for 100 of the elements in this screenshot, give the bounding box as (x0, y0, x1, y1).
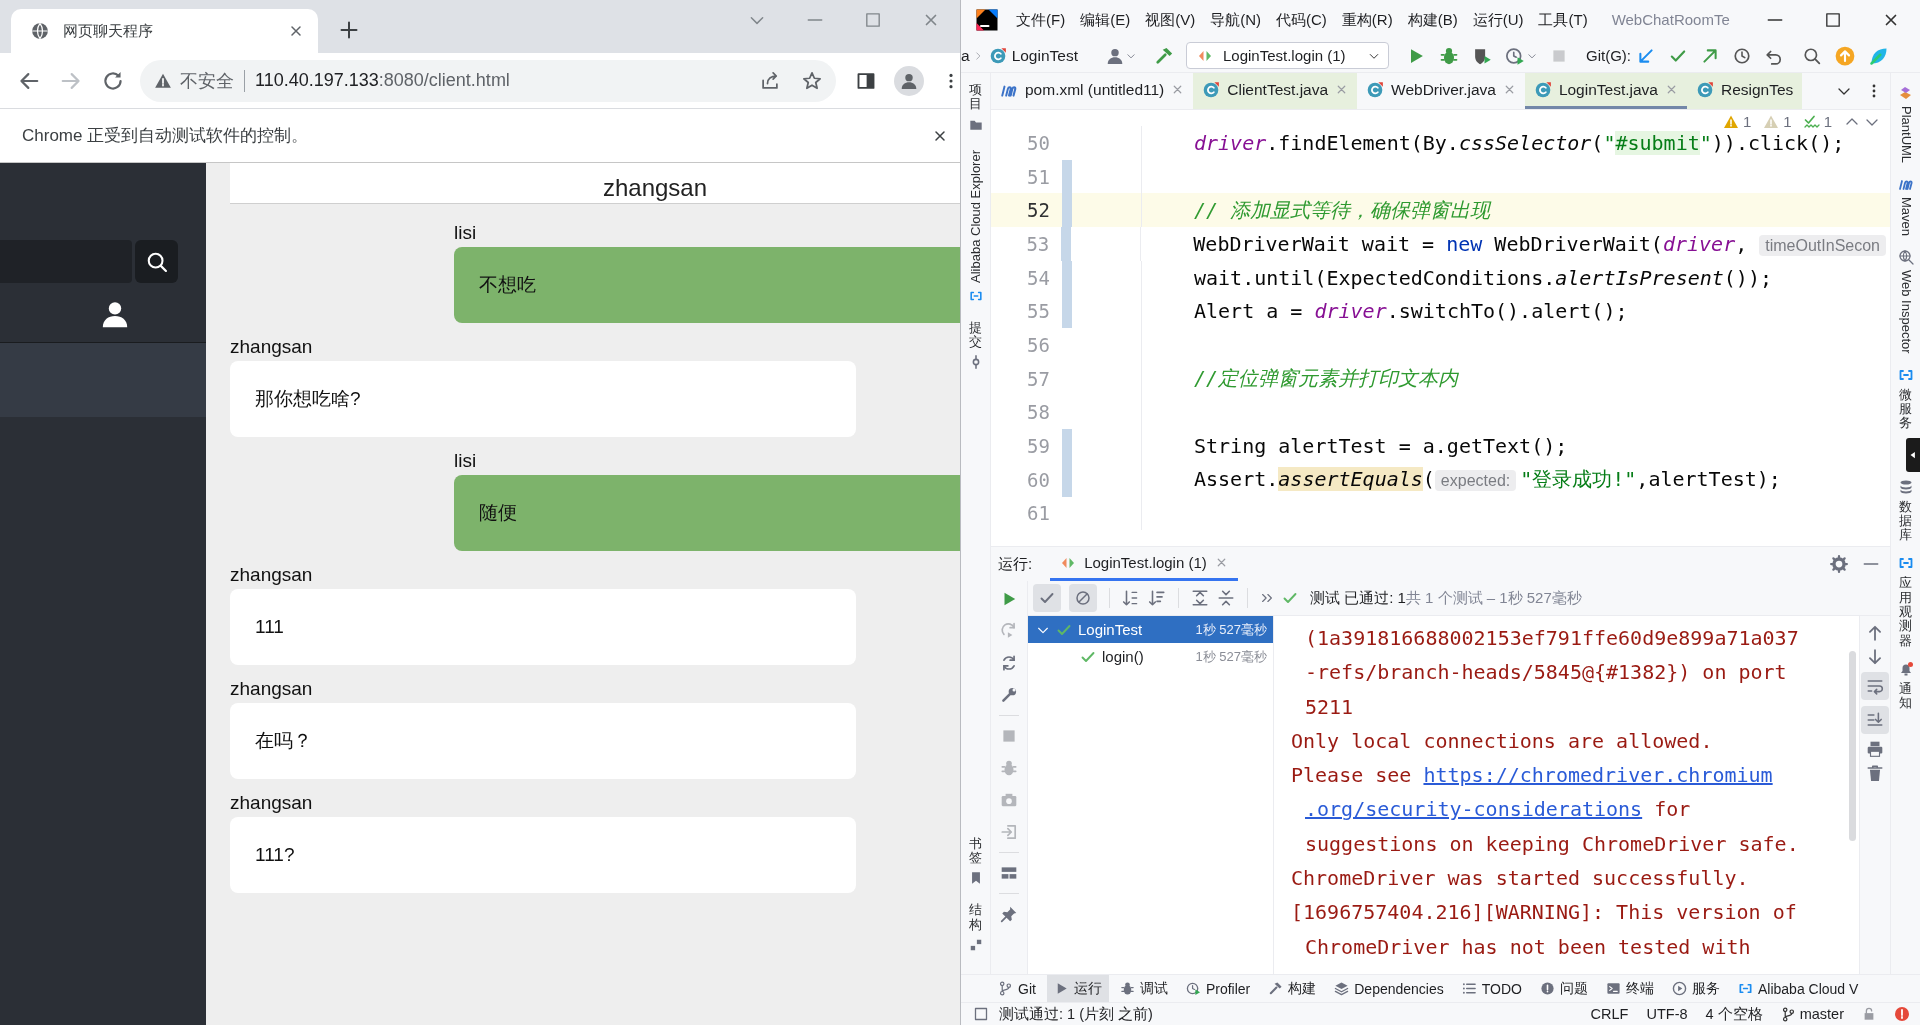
menu-item[interactable]: 工具(T) (1531, 8, 1595, 31)
tool-window-button[interactable]: 提交 (968, 320, 983, 370)
test-tree-item[interactable]: LoginTest 1秒 527毫秒 (1028, 616, 1273, 643)
test-tree-item[interactable]: login() 1秒 527毫秒 (1028, 643, 1273, 670)
menu-item[interactable]: 运行(U) (1465, 8, 1531, 31)
soft-wrap-toggle[interactable] (1861, 672, 1889, 700)
layout-icon[interactable] (1000, 864, 1018, 882)
square-icon[interactable] (973, 1006, 989, 1022)
file-encoding[interactable]: UTF-8 (1646, 1006, 1688, 1022)
print-icon[interactable] (1866, 740, 1884, 758)
ide-logo-icon[interactable] (975, 7, 999, 32)
arrow-up-icon[interactable] (1866, 624, 1884, 642)
show-passed-toggle[interactable] (1033, 584, 1061, 612)
collapse-handle[interactable] (1906, 437, 1920, 472)
double-chevron-icon[interactable] (1260, 591, 1274, 605)
globe-search-icon (1897, 249, 1914, 266)
collapse-icon[interactable] (1217, 589, 1235, 607)
bug-icon[interactable] (1439, 45, 1459, 66)
tool-window-tab[interactable]: 服务 (1664, 975, 1727, 1002)
profile-button[interactable] (894, 65, 924, 96)
address-bar[interactable]: 不安全 110.40.197.133:8080/client.html (140, 59, 836, 102)
tool-window-tab[interactable]: 运行 (1046, 975, 1109, 1002)
star-icon[interactable] (802, 70, 822, 91)
editor-tab[interactable]: ClientTest.java (1193, 73, 1358, 109)
expand-icon[interactable] (1191, 589, 1209, 607)
error-icon[interactable] (1894, 1006, 1910, 1022)
scrollbar-thumb[interactable] (1849, 651, 1856, 841)
tool-window-tab[interactable]: Profiler (1178, 975, 1258, 1002)
hammer-icon[interactable] (1154, 45, 1174, 66)
tool-window-tab[interactable]: Alibaba Cloud V (1730, 975, 1866, 1002)
side-panel-icon[interactable] (856, 70, 876, 91)
reload-icon[interactable] (102, 69, 124, 92)
menu-item[interactable]: 文件(F) (1009, 8, 1073, 31)
tool-window-tab[interactable]: 问题 (1532, 975, 1595, 1002)
maximize-icon[interactable] (1824, 10, 1842, 29)
wrap-icon (1866, 677, 1884, 695)
tool-window-button[interactable]: 数据库 (1897, 478, 1914, 543)
person-icon[interactable] (1106, 46, 1124, 65)
indent-setting[interactable]: 4 个空格 (1705, 1004, 1763, 1024)
console-line: (1a391816688002153ef791ffe60d9e899a71a037 (1304, 625, 1800, 652)
show-ignored-toggle[interactable] (1069, 584, 1097, 612)
tool-window-button[interactable]: Alibaba Cloud Explorer (967, 149, 984, 303)
breadcrumb-item[interactable]: LoginTest (988, 46, 1078, 65)
menu-item[interactable]: 构建(B) (1400, 8, 1465, 31)
breadcrumb-item[interactable]: a (961, 46, 970, 65)
inspection-count: 1 (1823, 113, 1832, 130)
rerun-toggle-icon[interactable] (1000, 654, 1018, 672)
menu-item[interactable]: 导航(N) (1203, 8, 1268, 31)
tool-window-button[interactable]: 书签 (968, 836, 983, 886)
tool-window-tab[interactable]: TODO (1454, 975, 1529, 1002)
line-separator[interactable]: CRLF (1590, 1006, 1629, 1022)
tool-window-button[interactable]: Web Inspector (1897, 249, 1914, 354)
search-icon[interactable] (1803, 46, 1821, 65)
trash-icon[interactable] (1866, 764, 1884, 782)
clock-icon[interactable] (1733, 46, 1751, 65)
branch-widget[interactable]: master (1780, 1006, 1844, 1022)
lock-icon[interactable] (1862, 1007, 1876, 1021)
console-line: Please see https://chromedriver.chromium (1290, 762, 1774, 790)
tool-window-tab[interactable]: 调试 (1112, 975, 1175, 1002)
bug-icon (1119, 981, 1135, 996)
close-icon[interactable] (288, 23, 304, 39)
tool-window-tab[interactable]: Dependencies (1327, 975, 1451, 1002)
sort-icon[interactable] (1122, 589, 1140, 607)
line-number: 58 (1026, 401, 1050, 424)
tool-window-button[interactable]: PlantUML (1897, 85, 1914, 164)
wrench-icon[interactable] (1000, 686, 1018, 704)
settings-icon[interactable] (1830, 555, 1848, 573)
arrow-down-left-icon[interactable] (1637, 46, 1655, 65)
tool-window-button[interactable]: 微服务 (1897, 366, 1914, 431)
search-button[interactable] (135, 240, 178, 283)
console-link[interactable]: https://chromedriver.chromium (1423, 763, 1773, 788)
pin-icon[interactable] (1000, 905, 1018, 923)
browser-tab[interactable]: 网页聊天程序 (11, 9, 318, 53)
tool-window-button[interactable]: 通知 (1897, 660, 1914, 711)
editor-tab[interactable]: pom.xml (untitled11) (991, 73, 1194, 109)
new-tab-icon[interactable] (339, 19, 359, 40)
scroll-to-end-toggle[interactable] (1861, 706, 1889, 734)
tool-window-button[interactable]: 应用观测器 (1897, 555, 1914, 648)
editor-tab[interactable]: WebDriver.java (1357, 73, 1525, 109)
arrow-down-icon[interactable] (1866, 648, 1884, 666)
menu-item[interactable]: 编辑(E) (1073, 8, 1138, 31)
sort-icon[interactable] (1148, 589, 1166, 607)
tool-window-button[interactable]: 结构 (968, 903, 983, 952)
tool-window-tab[interactable]: 终端 (1598, 975, 1661, 1002)
run-tab[interactable]: LoginTest.login (1) (1050, 547, 1238, 581)
tool-window-tab[interactable]: Git (991, 975, 1043, 1002)
menu-item[interactable]: 视图(V) (1138, 8, 1203, 31)
arrow-up-right-icon[interactable] (1701, 46, 1719, 65)
tool-window-button[interactable]: Maven (1897, 176, 1914, 237)
menu-item[interactable]: 重构(R) (1334, 8, 1400, 31)
run-config-dropdown[interactable]: LoginTest.login (1) (1186, 42, 1389, 69)
profiler-icon[interactable] (1505, 45, 1525, 66)
share-icon[interactable] (760, 70, 780, 91)
tool-window-button[interactable]: 项目 (968, 83, 983, 132)
tool-window-tab[interactable]: 构建 (1261, 975, 1324, 1002)
message-text: 在吗？ (255, 729, 312, 753)
console-link[interactable]: .org/security-considerations (1305, 797, 1643, 822)
menu-item[interactable]: 代码(C) (1269, 8, 1334, 31)
editor-tab[interactable]: ResignTes (1686, 73, 1803, 109)
editor-tab[interactable]: LoginTest.java (1524, 73, 1687, 109)
